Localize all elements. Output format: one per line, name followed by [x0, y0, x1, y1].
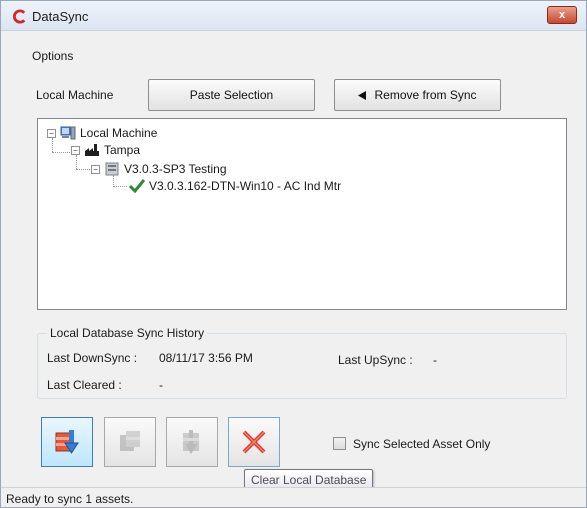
- last-downsync-value: 08/11/17 3:56 PM: [159, 351, 253, 365]
- clear-x-icon: [242, 430, 266, 454]
- tree-connector: [52, 138, 53, 152]
- upload-sync-button[interactable]: [104, 417, 156, 467]
- server-icon: [105, 162, 119, 176]
- checkmark-icon: [129, 179, 145, 193]
- close-icon: x: [558, 9, 566, 21]
- tree-node-label: Local Machine: [80, 126, 158, 140]
- download-sync-button[interactable]: [41, 417, 93, 467]
- close-button[interactable]: x: [547, 6, 577, 24]
- two-way-sync-icon: [183, 430, 199, 454]
- sync-selected-asset-label[interactable]: Sync Selected Asset Only: [353, 437, 490, 451]
- sync-both-button[interactable]: [166, 417, 218, 467]
- last-cleared-value: -: [159, 378, 163, 392]
- last-upsync-label: Last UpSync :: [338, 353, 413, 367]
- title-bar: DataSync x: [1, 1, 586, 31]
- tree-node-version[interactable]: − V3.0.3-SP3 Testing: [91, 162, 227, 176]
- datasync-logo-icon: [12, 9, 26, 24]
- last-upsync-value: -: [433, 353, 437, 367]
- clear-local-database-button[interactable]: [228, 417, 280, 467]
- tree-connector: [113, 186, 127, 187]
- asset-tree[interactable]: − Local Machine − Tampa − V3.0.3-SP3 Tes…: [37, 118, 567, 310]
- download-database-icon: [55, 430, 79, 454]
- upload-database-icon: [120, 431, 140, 451]
- sync-selected-asset-checkbox[interactable]: [333, 437, 346, 450]
- tree-node-label: Tampa: [104, 143, 141, 157]
- status-text: Ready to sync 1 assets.: [6, 492, 134, 506]
- paste-selection-label: Paste Selection: [189, 88, 274, 102]
- remove-from-sync-label: Remove from Sync: [374, 88, 477, 102]
- paste-selection-button[interactable]: Paste Selection: [148, 79, 315, 111]
- last-cleared-label: Last Cleared :: [47, 378, 122, 392]
- collapse-icon[interactable]: −: [47, 128, 56, 138]
- tree-node-label: V3.0.3-SP3 Testing: [124, 162, 227, 176]
- collapse-icon[interactable]: −: [71, 145, 80, 155]
- collapse-icon[interactable]: −: [91, 164, 100, 174]
- tree-connector: [52, 152, 72, 153]
- computer-icon: [60, 126, 76, 140]
- menu-options[interactable]: Options: [32, 49, 73, 63]
- remove-from-sync-button[interactable]: Remove from Sync: [334, 79, 501, 111]
- tree-node-local-machine[interactable]: − Local Machine: [47, 126, 157, 140]
- datasync-window: DataSync x Options Local Machine Paste S…: [0, 0, 587, 508]
- status-bar: Ready to sync 1 assets.: [1, 487, 586, 507]
- last-downsync-label: Last DownSync :: [47, 351, 138, 365]
- local-machine-label: Local Machine: [36, 88, 114, 102]
- tree-node-tampa[interactable]: − Tampa: [71, 143, 140, 157]
- window-title: DataSync: [32, 9, 89, 24]
- tree-connector: [76, 155, 77, 169]
- tooltip-text: Clear Local Database: [251, 473, 367, 487]
- tree-node-asset[interactable]: V3.0.3.162-DTN-Win10 - AC Ind Mtr: [129, 179, 341, 193]
- arrow-left-icon: [358, 90, 367, 100]
- tree-node-label: V3.0.3.162-DTN-Win10 - AC Ind Mtr: [149, 179, 342, 193]
- plant-icon: [85, 144, 99, 156]
- sync-history-title: Local Database Sync History: [47, 326, 208, 340]
